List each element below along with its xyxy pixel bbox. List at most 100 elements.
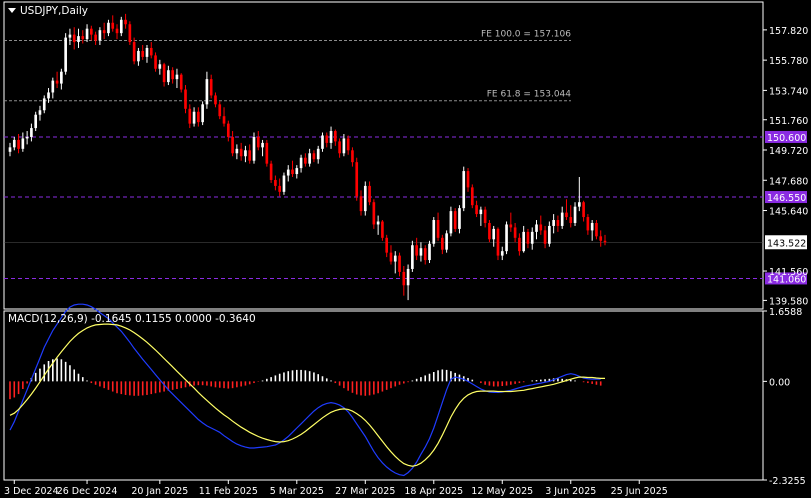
chart-labels: USDJPY,Daily MACD(12,26,9) -0.1645 0.115…	[8, 5, 256, 325]
candle-body	[552, 220, 555, 226]
candle-body	[363, 185, 367, 212]
candle-body	[179, 74, 183, 90]
candle-body	[248, 150, 252, 161]
x-tick-label: 12 May 2025	[471, 486, 533, 497]
candle-body	[68, 34, 72, 38]
candle-body	[539, 224, 543, 231]
candle-body	[171, 70, 174, 80]
chart-canvas[interactable]: 150.600146.550141.060FE 100.0 = 157.106F…	[0, 0, 811, 498]
candle-body	[458, 208, 461, 229]
candle-body	[312, 153, 316, 160]
candle-body	[355, 162, 359, 197]
candle-body	[526, 231, 530, 244]
y-tick-label: 139.580	[769, 296, 808, 307]
y-tick-label: 153.740	[769, 86, 808, 97]
candle-body	[441, 237, 444, 250]
candle-body	[55, 80, 59, 84]
symbol-label: USDJPY,Daily	[20, 5, 88, 17]
candle-body	[188, 108, 192, 124]
candle-body	[34, 114, 38, 129]
level-price-label: 146.550	[767, 193, 806, 204]
candle-body	[351, 150, 354, 163]
candle-body	[500, 251, 504, 256]
candle-body	[321, 135, 324, 149]
candle-body	[81, 36, 85, 40]
candle-body	[205, 79, 209, 105]
candle-body	[295, 168, 299, 175]
candle-body	[291, 169, 294, 175]
candle-body	[573, 206, 577, 223]
candle-body	[513, 227, 517, 238]
candle-body	[560, 212, 564, 226]
y-tick-label: 155.780	[769, 56, 808, 67]
candle-body	[346, 138, 350, 151]
candle-body	[21, 138, 25, 149]
candle-body	[201, 104, 204, 123]
dropdown-triangle-icon[interactable]	[8, 8, 16, 13]
price-panel-border	[3, 1, 764, 310]
candle-body	[470, 187, 474, 206]
macd-panel-border	[3, 310, 764, 481]
horizontal-levels: 150.600146.550141.060FE 100.0 = 157.106F…	[4, 29, 807, 285]
candle-body	[466, 171, 470, 188]
macd-y-tick-label: 1.6588	[769, 307, 802, 318]
candle-body	[128, 24, 132, 43]
candle-body	[535, 224, 538, 232]
candle-body	[543, 230, 547, 244]
candle-body	[90, 28, 93, 35]
candle-body	[158, 64, 162, 69]
candle-body	[137, 50, 140, 62]
y-tick-label: 147.680	[769, 176, 808, 187]
candle-body	[462, 171, 466, 209]
candle-body	[402, 271, 406, 286]
candle-body	[333, 131, 337, 142]
candle-body	[565, 212, 568, 218]
candle-body	[162, 64, 166, 83]
candle-body	[145, 47, 149, 57]
candle-body	[154, 55, 157, 69]
macd-y-tick-label: 0.00	[769, 377, 790, 388]
candle-body	[492, 228, 496, 240]
candle-body	[359, 196, 363, 212]
candle-body	[428, 243, 431, 261]
chart-frame	[3, 1, 764, 481]
candle-body	[102, 30, 106, 34]
candle-body	[8, 147, 12, 152]
candle-body	[231, 136, 234, 154]
fibonacci-extension-label: FE 61.8 = 153.044	[487, 90, 572, 100]
candle-body	[475, 205, 478, 215]
candle-body	[286, 169, 290, 176]
candle-body	[329, 131, 333, 143]
candle-body	[115, 28, 119, 34]
candle-body	[256, 136, 260, 148]
candle-body	[496, 228, 500, 256]
candle-body	[582, 202, 585, 218]
candle-body	[325, 135, 329, 143]
candle-body	[479, 209, 483, 215]
candle-body	[368, 185, 371, 203]
candle-body	[98, 30, 102, 41]
candle-body	[308, 153, 311, 164]
candle-body	[274, 179, 277, 186]
candle-body	[381, 221, 384, 238]
candle-body	[111, 22, 115, 29]
candle-body	[77, 36, 80, 43]
candle-body	[197, 111, 200, 123]
y-tick-label: 157.820	[769, 26, 808, 37]
candle-body	[226, 123, 230, 137]
candle-body	[586, 217, 590, 231]
current-price-label: 143.522	[767, 238, 806, 249]
candle-body	[218, 104, 222, 117]
candle-body	[505, 224, 508, 252]
candle-body	[252, 136, 256, 161]
candle-body	[423, 248, 427, 261]
candle-body	[85, 28, 89, 40]
candle-body	[595, 222, 598, 237]
candle-body	[488, 222, 491, 240]
candle-body	[51, 80, 55, 93]
macd-label: MACD(12,26,9) -0.1645 0.1155 0.0000 -0.3…	[8, 313, 256, 325]
candle-body	[60, 71, 63, 84]
candle-body	[12, 139, 16, 148]
candle-body	[548, 225, 551, 244]
fibonacci-extension-label: FE 100.0 = 157.106	[481, 29, 571, 39]
